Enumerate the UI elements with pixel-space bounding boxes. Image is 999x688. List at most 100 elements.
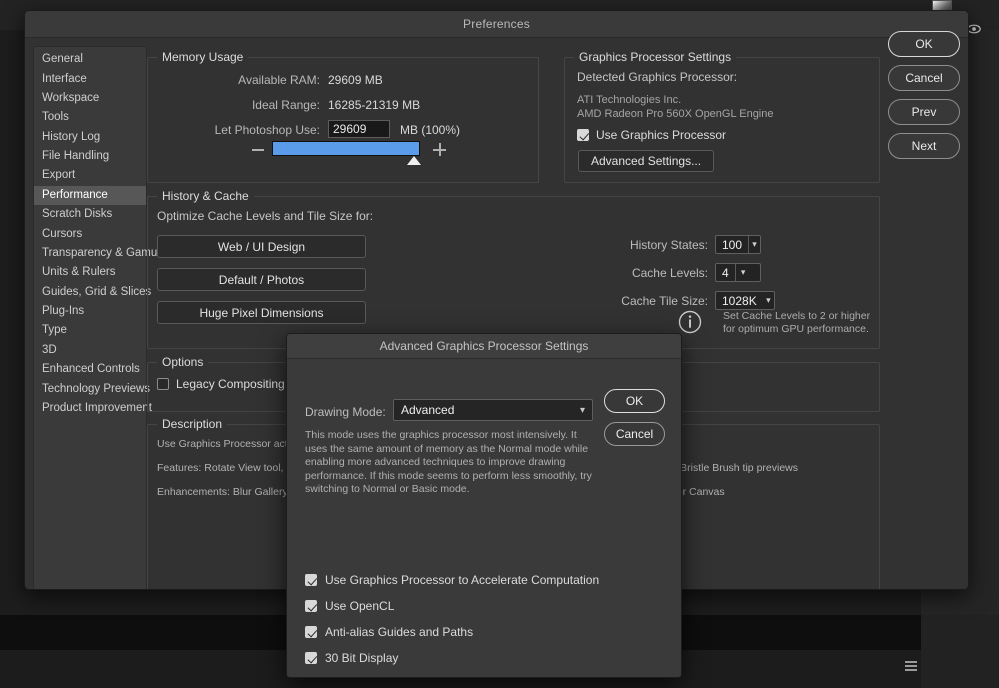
drawing-mode-label: Drawing Mode:	[305, 405, 386, 419]
preferences-titlebar: Preferences	[25, 11, 968, 38]
sidebar-item-product-improvement[interactable]: Product Improvement	[34, 399, 152, 418]
modal-button-column: OK Cancel	[604, 389, 665, 455]
cancel-button[interactable]: Cancel	[888, 65, 960, 91]
checkbox-row-accelerate-computation[interactable]: Use Graphics Processor to Accelerate Com…	[305, 567, 599, 593]
checkbox-row-use-opencl[interactable]: Use OpenCL	[305, 593, 599, 619]
sidebar-item-general[interactable]: General	[34, 50, 146, 69]
sidebar-item-export[interactable]: Export	[34, 166, 146, 185]
cache-levels-select[interactable]: 4 ▾	[715, 263, 761, 282]
eye-icon[interactable]	[967, 22, 981, 34]
sidebar-item-file-handling[interactable]: File Handling	[34, 147, 146, 166]
anti-alias-guides-checkbox[interactable]	[305, 626, 317, 638]
cache-tile-size-value: 1028K	[722, 293, 757, 308]
sidebar-item-tools[interactable]: Tools	[34, 108, 146, 127]
cache-levels-value: 4	[722, 265, 729, 280]
prev-button[interactable]: Prev	[888, 99, 960, 125]
history-states-select[interactable]: 100 ▾	[715, 235, 761, 254]
panel-menu-icon[interactable]	[905, 661, 917, 671]
native-gpu-acceleration-label: Use native operating system GPU accelera…	[325, 677, 574, 678]
gpu-renderer-line: AMD Radeon Pro 560X OpenGL Engine	[577, 107, 774, 120]
memory-slider-thumb[interactable]	[407, 156, 421, 165]
sidebar-item-cursors[interactable]: Cursors	[34, 224, 146, 243]
memory-slider[interactable]	[272, 141, 420, 156]
available-ram-value: 29609 MB	[328, 73, 383, 87]
accelerate-computation-checkbox[interactable]	[305, 574, 317, 586]
sidebar-item-interface[interactable]: Interface	[34, 69, 146, 88]
dialog-button-column: OK Cancel Prev Next	[888, 31, 960, 167]
accelerate-computation-label: Use Graphics Processor to Accelerate Com…	[325, 573, 600, 587]
use-graphics-processor-checkbox[interactable]	[577, 129, 589, 141]
optimize-cache-label: Optimize Cache Levels and Tile Size for:	[157, 209, 374, 223]
use-opencl-checkbox[interactable]	[305, 600, 317, 612]
modal-cancel-button[interactable]: Cancel	[604, 422, 665, 446]
sidebar-item-plug-ins[interactable]: Plug-Ins	[34, 302, 146, 321]
detected-gpu-value: ATI Technologies Inc. AMD Radeon Pro 560…	[577, 94, 774, 121]
thirty-bit-display-checkbox[interactable]	[305, 652, 317, 664]
description-legend: Description	[157, 417, 228, 431]
checkbox-row-native-gpu-acceleration[interactable]: Use native operating system GPU accelera…	[305, 671, 599, 678]
history-states-label: History States:	[629, 237, 708, 252]
drawing-mode-description: This mode uses the graphics processor mo…	[305, 429, 592, 495]
preferences-sidebar: General Interface Workspace Tools Histor…	[33, 46, 160, 589]
cache-tile-size-select[interactable]: 1028K ▾	[715, 291, 775, 310]
sidebar-item-type[interactable]: Type	[34, 321, 146, 340]
use-opencl-label: Use OpenCL	[325, 599, 395, 613]
sidebar-item-enhanced-controls[interactable]: Enhanced Controls	[34, 360, 146, 379]
anti-alias-guides-label: Anti-alias Guides and Paths	[325, 625, 474, 639]
chevron-down-icon: ▾	[579, 404, 585, 416]
sidebar-item-performance[interactable]: Performance	[34, 185, 146, 205]
minus-icon[interactable]	[252, 149, 264, 151]
checkbox-row-anti-alias-guides[interactable]: Anti-alias Guides and Paths	[305, 619, 599, 645]
chevron-down-icon: ▾	[748, 236, 760, 253]
next-button[interactable]: Next	[888, 133, 960, 159]
advanced-settings-button[interactable]: Advanced Settings...	[578, 150, 715, 172]
plus-icon[interactable]	[433, 143, 446, 156]
checkbox-row-30-bit-display[interactable]: 30 Bit Display	[305, 645, 599, 671]
cache-levels-note: Set Cache Levels to 2 or higher for opti…	[723, 310, 871, 335]
ok-button[interactable]: OK	[888, 31, 960, 57]
memory-usage-group: Memory Usage Available RAM: 29609 MB Ide…	[147, 50, 539, 183]
history-states-value: 100	[722, 237, 743, 252]
sidebar-item-units-rulers[interactable]: Units & Rulers	[34, 263, 146, 282]
history-cache-legend: History & Cache	[157, 189, 254, 203]
let-photoshop-use-input[interactable]	[328, 120, 390, 138]
page-title: Preferences	[463, 17, 530, 31]
legacy-compositing-checkbox[interactable]	[157, 378, 169, 390]
sidebar-item-workspace[interactable]: Workspace	[34, 89, 146, 108]
preset-huge-pixel-dimensions-button[interactable]: Huge Pixel Dimensions	[157, 301, 366, 324]
modal-title: Advanced Graphics Processor Settings	[379, 339, 589, 353]
ideal-range-label: Ideal Range:	[251, 98, 320, 112]
modal-ok-button[interactable]: OK	[604, 389, 665, 413]
let-photoshop-use-label: Let Photoshop Use:	[214, 123, 320, 137]
chevron-down-icon: ▾	[766, 295, 771, 305]
app-right-panel-lower	[921, 615, 999, 688]
sidebar-item-history-log[interactable]: History Log	[34, 128, 146, 147]
modal-titlebar: Advanced Graphics Processor Settings	[287, 334, 681, 359]
graphics-processor-legend: Graphics Processor Settings	[574, 50, 737, 64]
sidebar-item-3d[interactable]: 3D	[34, 341, 146, 360]
legacy-compositing-label: Legacy Compositing	[176, 377, 285, 391]
use-graphics-processor-row[interactable]: Use Graphics Processor	[577, 128, 726, 142]
detected-gpu-label: Detected Graphics Processor:	[577, 70, 738, 84]
sidebar-item-guides-grid-slices[interactable]: Guides, Grid & Slices	[34, 283, 151, 302]
memory-usage-legend: Memory Usage	[157, 50, 249, 64]
preset-web-ui-design-button[interactable]: Web / UI Design	[157, 235, 366, 258]
drawing-mode-select[interactable]: Advanced ▾	[393, 399, 593, 421]
graphics-processor-group: Graphics Processor Settings Detected Gra…	[564, 50, 880, 183]
gpu-vendor-line: ATI Technologies Inc.	[577, 94, 682, 106]
cache-tile-size-row: Cache Tile Size: 1028K ▾	[603, 291, 775, 310]
legacy-compositing-row[interactable]: Legacy Compositing	[157, 377, 285, 391]
app-root: Preferences General Interface Workspace …	[0, 0, 999, 688]
sidebar-item-scratch-disks[interactable]: Scratch Disks	[34, 205, 146, 224]
history-cache-group: History & Cache Optimize Cache Levels an…	[147, 189, 880, 349]
cache-levels-label: Cache Levels:	[631, 265, 708, 280]
info-icon	[678, 310, 702, 334]
modal-body: Drawing Mode: Advanced ▾ This mode uses …	[287, 359, 681, 678]
available-ram-label: Available RAM:	[238, 73, 320, 87]
sidebar-item-transparency-gamut[interactable]: Transparency & Gamut	[34, 244, 160, 263]
sidebar-item-technology-previews[interactable]: Technology Previews	[34, 379, 150, 398]
preset-default-photos-button[interactable]: Default / Photos	[157, 268, 366, 291]
cache-tile-size-label: Cache Tile Size:	[621, 293, 708, 308]
history-states-row: History States: 100 ▾	[603, 235, 761, 254]
gpu-feature-checkbox-list: Use Graphics Processor to Accelerate Com…	[305, 567, 599, 678]
